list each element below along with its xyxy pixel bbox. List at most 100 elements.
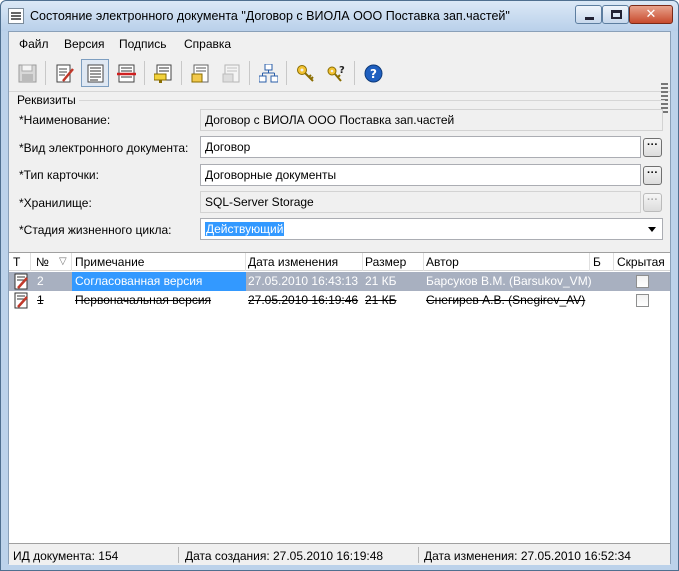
status-created: Дата создания: 27.05.2010 16:19:48 (185, 549, 384, 563)
view-document-icon (87, 64, 104, 83)
edit-document-icon (56, 64, 74, 83)
status-divider (178, 547, 179, 563)
lock-document-icon (191, 64, 209, 83)
unlock-document-button[interactable] (217, 59, 245, 87)
column-divider[interactable] (30, 253, 31, 271)
doc-type-label: *Вид электронного документа: (19, 141, 189, 155)
column-header-number[interactable]: № (36, 255, 49, 269)
unlock-document-icon (222, 64, 240, 83)
key-info-button[interactable]: ? (322, 59, 350, 87)
version-note: Первоначальная версия (75, 293, 212, 307)
version-number: 1 (37, 293, 44, 307)
hidden-checkbox[interactable] (636, 294, 649, 307)
column-divider[interactable] (589, 253, 590, 271)
window-title: Состояние электронного документа "Догово… (30, 9, 510, 23)
close-icon: ✕ (645, 6, 657, 21)
toolbar-separator (354, 61, 355, 85)
card-type-label: *Тип карточки: (19, 168, 99, 182)
edit-document-button[interactable] (50, 59, 78, 87)
menu-sign[interactable]: Подпись (119, 37, 167, 51)
column-divider[interactable] (245, 253, 246, 271)
minimize-icon (585, 17, 594, 20)
lock-document-button[interactable] (186, 59, 214, 87)
toolbar-separator (144, 61, 145, 85)
key-question-icon: ? (327, 65, 345, 82)
version-size: 21 КБ (365, 274, 397, 288)
column-header-hidden[interactable]: Скрытая (617, 255, 665, 269)
lifecycle-label: *Стадия жизненного цикла: (19, 223, 172, 237)
hierarchy-button[interactable] (254, 59, 282, 87)
table-row[interactable]: 2 Согласованная версия 27.05.2010 16:43:… (9, 272, 670, 291)
storage-field[interactable]: SQL-Server Storage (200, 191, 641, 213)
minimize-button[interactable] (575, 5, 602, 24)
version-note: Согласованная версия (75, 274, 203, 288)
toolbar-separator (181, 61, 182, 85)
toolbar: ? ? (9, 56, 670, 113)
document-version-icon (14, 292, 28, 309)
client-area: Файл Версия Подпись Справка ? ? Реквизит… (8, 31, 671, 565)
column-header-type[interactable]: Т (13, 255, 20, 269)
toolbar-separator (249, 61, 250, 85)
column-header-size[interactable]: Размер (365, 255, 406, 269)
column-divider[interactable] (71, 253, 72, 271)
version-date: 27.05.2010 16:43:13 (248, 274, 359, 288)
table-row[interactable]: 1 Первоначальная версия 27.05.2010 16:19… (9, 291, 670, 310)
menu-bar: Файл Версия Подпись Справка (9, 32, 670, 54)
save-icon (18, 64, 37, 83)
toolbar-separator (45, 61, 46, 85)
sign-document-button[interactable] (149, 59, 177, 87)
svg-text:?: ? (339, 65, 345, 76)
chevron-down-icon[interactable] (643, 219, 661, 239)
group-divider (79, 100, 665, 101)
storage-label: *Хранилище: (19, 196, 92, 210)
menu-help[interactable]: Справка (184, 37, 231, 51)
key-button[interactable] (291, 59, 319, 87)
key-icon (297, 65, 314, 82)
column-divider[interactable] (613, 253, 614, 271)
maximize-button[interactable] (602, 5, 629, 24)
card-type-field[interactable]: Договорные документы (200, 164, 641, 186)
save-button[interactable] (13, 59, 41, 87)
help-button[interactable]: ? (359, 59, 387, 87)
sign-document-icon (154, 64, 172, 83)
title-bar[interactable]: Состояние электронного документа "Догово… (1, 1, 678, 31)
hierarchy-icon (259, 64, 278, 83)
view-document-button[interactable] (81, 59, 109, 87)
card-type-browse-button[interactable]: ··· (643, 166, 662, 185)
svg-text:?: ? (370, 67, 377, 81)
lifecycle-select[interactable]: Действующий (200, 218, 663, 240)
column-divider[interactable] (423, 253, 424, 271)
menu-version[interactable]: Версия (64, 37, 105, 51)
version-size: 21 КБ (365, 293, 397, 307)
version-number: 2 (37, 274, 44, 288)
versions-table: Т № ▽ Примечание Дата изменения Размер А… (9, 252, 670, 544)
column-divider[interactable] (362, 253, 363, 271)
delete-document-button[interactable] (112, 59, 140, 87)
lifecycle-value: Действующий (205, 222, 285, 236)
close-button[interactable]: ✕ (629, 5, 673, 24)
table-header: Т № ▽ Примечание Дата изменения Размер А… (9, 253, 670, 271)
name-label: *Наименование: (19, 113, 111, 127)
menu-file[interactable]: Файл (19, 37, 49, 51)
column-header-b[interactable]: Б (593, 255, 601, 269)
document-state-window: Состояние электронного документа "Догово… (0, 0, 679, 571)
version-author: Снегирев А.В. (Snegirev_AV) (426, 293, 586, 307)
status-bar: ИД документа: 154 Дата создания: 27.05.2… (9, 545, 670, 565)
requisites-group-label: Реквизиты (17, 93, 76, 107)
toolbar-separator (286, 61, 287, 85)
document-app-icon (8, 8, 24, 24)
column-header-date[interactable]: Дата изменения (248, 255, 338, 269)
help-icon: ? (364, 64, 383, 83)
name-field[interactable]: Договор с ВИОЛА ООО Поставка зап.частей (200, 109, 663, 131)
hidden-checkbox[interactable] (636, 275, 649, 288)
version-date: 27.05.2010 16:19:46 (248, 293, 359, 307)
doc-type-browse-button[interactable]: ··· (643, 138, 662, 157)
doc-type-field[interactable]: Договор (200, 136, 641, 158)
maximize-icon (611, 10, 622, 19)
column-header-note[interactable]: Примечание (75, 255, 144, 269)
column-header-author[interactable]: Автор (426, 255, 459, 269)
status-doc-id: ИД документа: 154 (13, 549, 119, 563)
storage-browse-button[interactable]: ··· (643, 193, 662, 212)
document-version-icon (14, 273, 28, 290)
sort-down-icon: ▽ (59, 256, 67, 267)
